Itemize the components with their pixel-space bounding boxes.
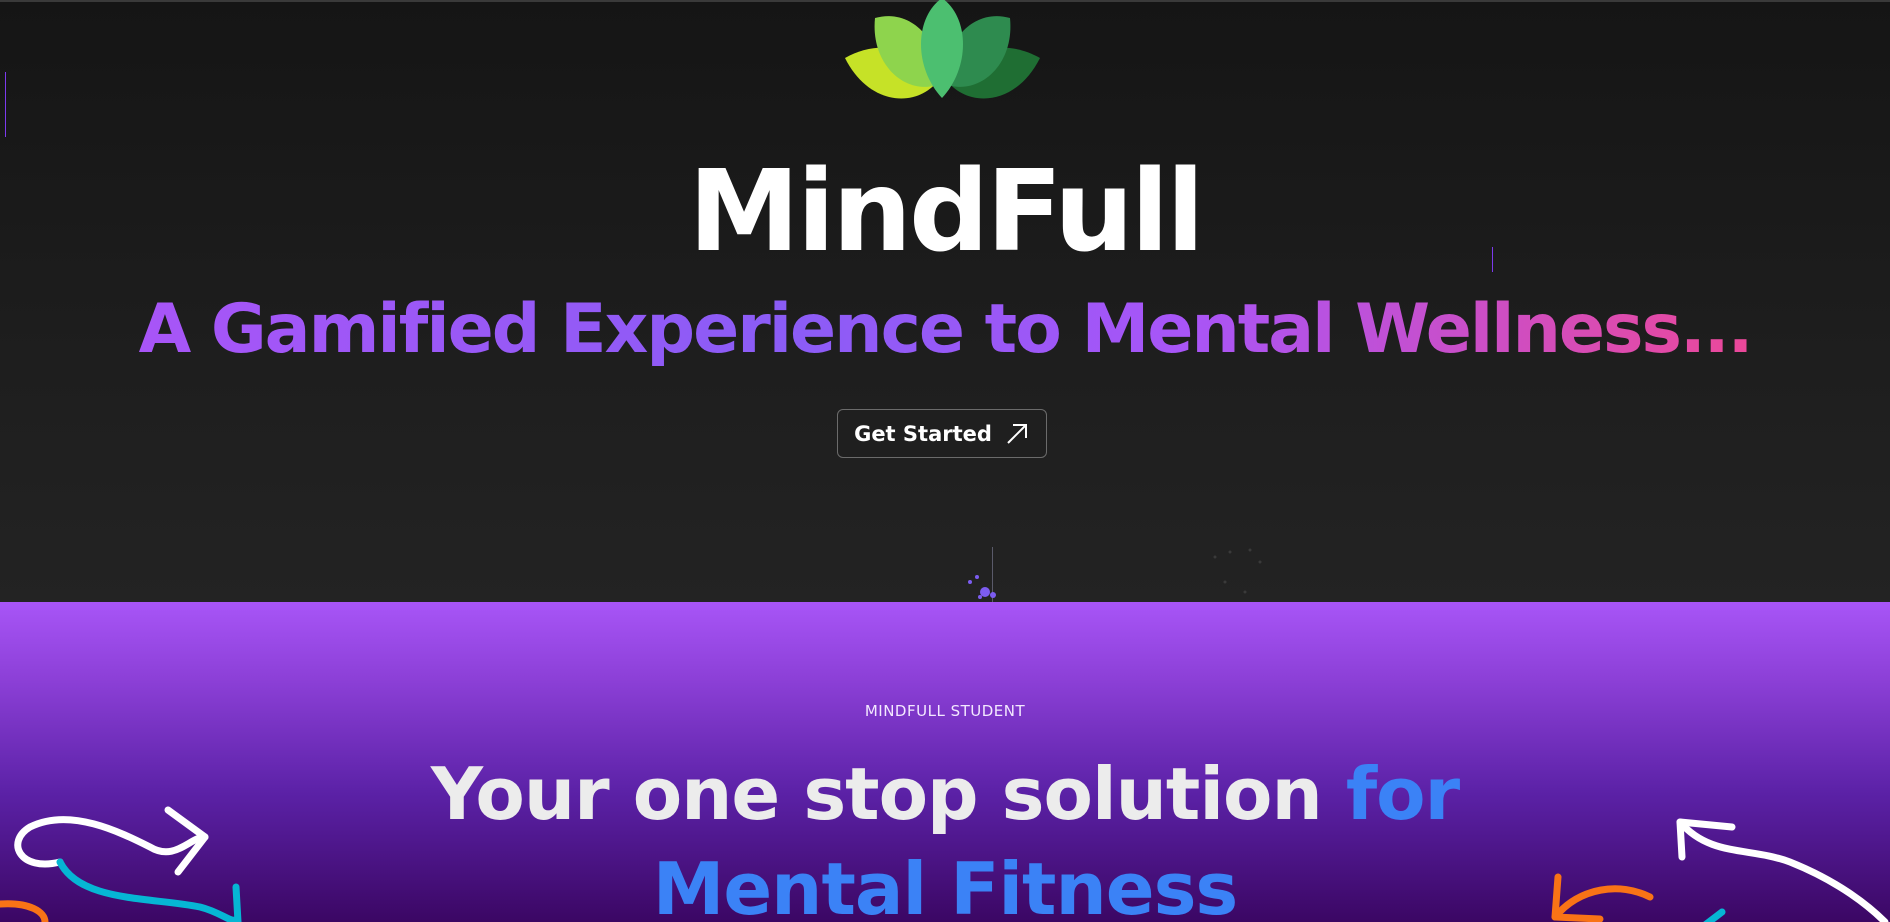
decor-spark	[1492, 247, 1493, 272]
decor-particles	[968, 575, 996, 599]
left-doodle-arrow-icon	[0, 806, 242, 922]
section-eyebrow: MINDFULL STUDENT	[864, 702, 1026, 720]
brand-title: MindFull	[688, 147, 1204, 277]
get-started-label: Get Started	[854, 421, 992, 446]
tagline-text: A Gamified Experience to Mental Wellness…	[138, 290, 1754, 369]
get-started-button[interactable]: Get Started	[837, 409, 1047, 458]
intro-section: MINDFULL STUDENT Your one stop solution …	[0, 602, 1890, 922]
right-doodle-arrow-icon	[1551, 818, 1889, 922]
hero-tagline: A Gamified Experience to Mental Wellness…	[0, 290, 1890, 370]
hero-section: MindFull A Gamified Experience to Mental…	[0, 0, 1890, 602]
arrow-up-right-icon	[1007, 423, 1027, 444]
headline-accent1: for	[1345, 752, 1460, 836]
page: MindFull A Gamified Experience to Mental…	[0, 0, 1890, 922]
decor-spark	[5, 72, 6, 137]
lotus-logo-icon	[845, 0, 1040, 99]
decor-particles	[1213, 548, 1262, 594]
headline-part1: Your one stop solution	[430, 752, 1346, 836]
headline-accent2: Mental Fitness	[652, 847, 1239, 922]
